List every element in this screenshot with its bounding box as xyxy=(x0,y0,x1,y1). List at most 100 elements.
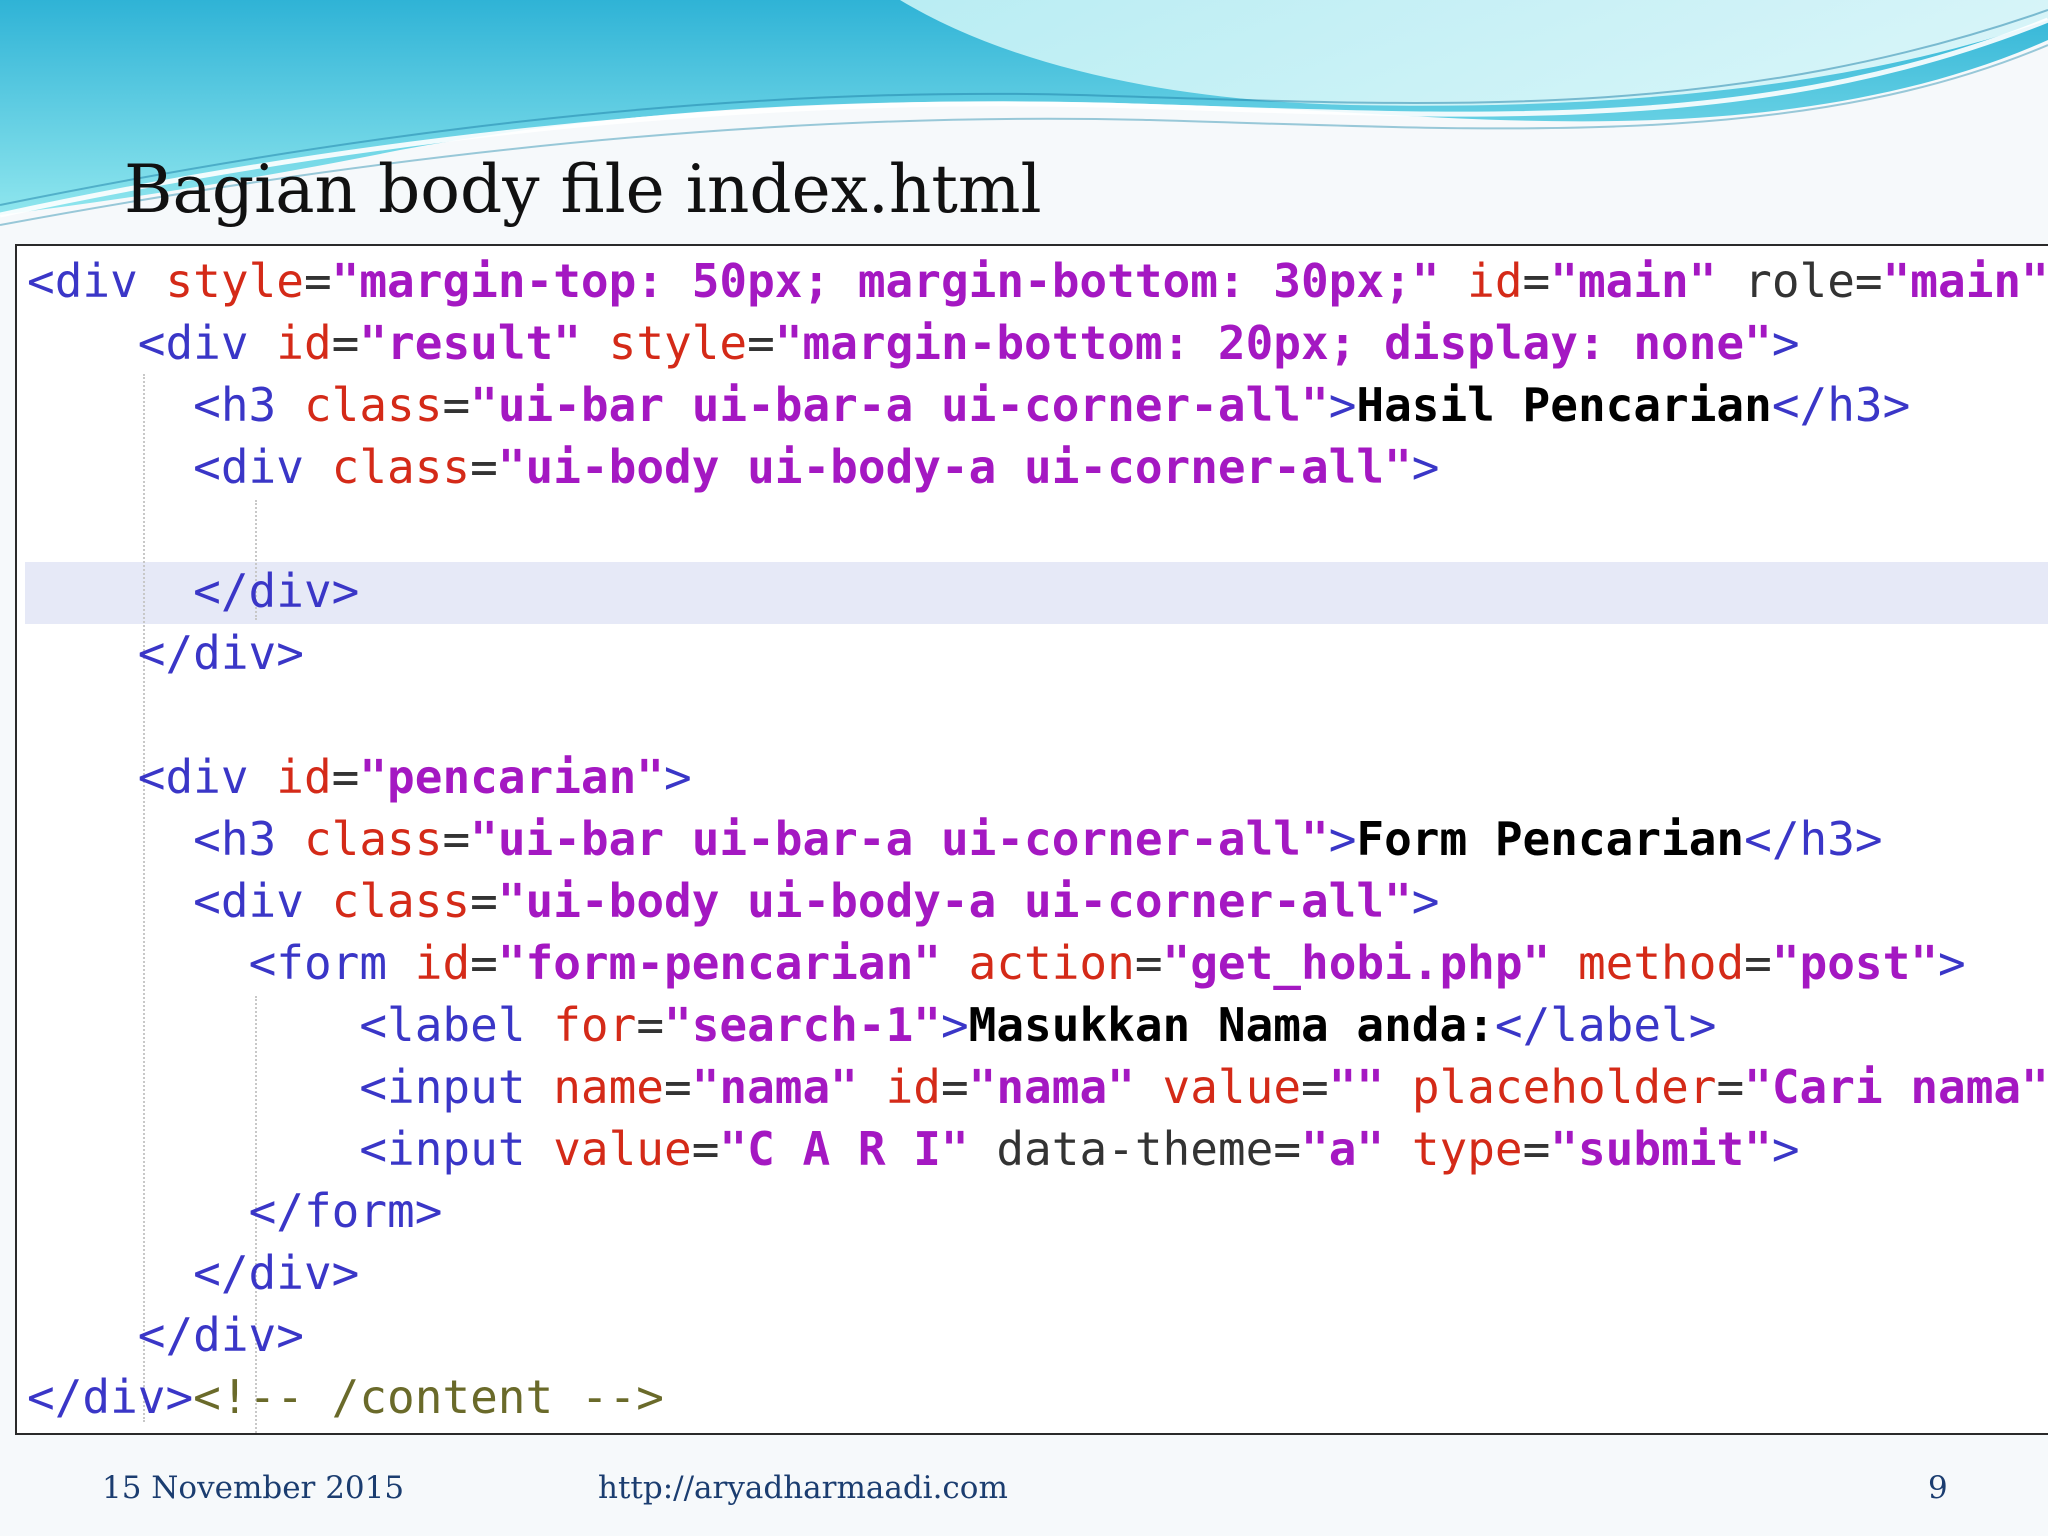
code-token: class xyxy=(331,874,471,928)
code-token: </div> xyxy=(137,626,304,680)
code-token: role xyxy=(1744,254,1855,308)
code-token: = xyxy=(470,936,498,990)
code-token: Masukkan Nama anda: xyxy=(968,998,1495,1052)
code-token: "ui-body ui-body-a ui-corner-all" xyxy=(497,440,1412,494)
code-token: </div> xyxy=(193,564,360,618)
code-token: value xyxy=(553,1122,692,1176)
code-token: id xyxy=(414,936,471,990)
code-token: "nama" xyxy=(691,1060,858,1114)
code-token: class xyxy=(303,378,443,432)
code-token: = xyxy=(442,378,471,432)
code-token: id xyxy=(885,1060,941,1114)
code-token: id xyxy=(276,750,332,804)
code-token: action xyxy=(968,936,1135,990)
code-token: <input xyxy=(359,1060,526,1114)
code-token: Hasil Pencarian xyxy=(1356,378,1772,432)
code-token: = xyxy=(1273,1122,1302,1176)
code-token: = xyxy=(1522,1122,1551,1176)
code-token: "ui-bar ui-bar-a ui-corner-all" xyxy=(470,812,1329,866)
code-line: </form> xyxy=(27,1180,2048,1242)
code-token: id xyxy=(276,316,332,370)
code-token: "C A R I" xyxy=(719,1122,969,1176)
code-token: </label> xyxy=(1494,998,1717,1052)
footer-date: 15 November 2015 xyxy=(102,1470,405,1506)
code-token: "get_hobi.php" xyxy=(1162,936,1551,990)
code-token: "result" xyxy=(359,316,581,370)
code-token: Form Pencarian xyxy=(1356,812,1745,866)
footer-url[interactable]: http://aryadharmaadi.com xyxy=(598,1470,1008,1506)
code-token: > xyxy=(1411,874,1440,928)
code-line: <input name="nama" id="nama" value="" pl… xyxy=(27,1056,2048,1118)
code-line: <h3 class="ui-bar ui-bar-a ui-corner-all… xyxy=(27,374,2048,436)
code-token: <!-- /content --> xyxy=(193,1370,664,1424)
code-token: "pencarian" xyxy=(359,750,664,804)
code-token: = xyxy=(470,874,498,928)
code-token: </form> xyxy=(248,1184,443,1238)
code-token: id xyxy=(1467,254,1523,308)
code-token: > xyxy=(1938,936,1966,990)
code-token: <form xyxy=(248,936,388,990)
code-line: </div> xyxy=(27,622,2048,684)
code-token: <div xyxy=(27,254,138,308)
code-line: <div style="margin-top: 50px; margin-bot… xyxy=(27,250,2048,312)
code-token: = xyxy=(1854,254,1883,308)
code-token: = xyxy=(664,1060,692,1114)
code-token: = xyxy=(470,440,498,494)
code-token: > xyxy=(1328,378,1357,432)
code-token: class xyxy=(331,440,471,494)
code-token: = xyxy=(940,1060,969,1114)
code-token: > xyxy=(1771,1122,1800,1176)
code-token: = xyxy=(1134,936,1163,990)
code-token: "nama" xyxy=(968,1060,1135,1114)
code-token: </h3> xyxy=(1771,378,1911,432)
code-token: > xyxy=(1771,316,1800,370)
code-token: = xyxy=(747,316,775,370)
code-token: = xyxy=(1716,1060,1745,1114)
code-token: </div> xyxy=(193,1246,360,1300)
code-token: "" xyxy=(1328,1060,1385,1114)
code-token: </h3> xyxy=(1744,812,1883,866)
code-token: "submit" xyxy=(1550,1122,1772,1176)
code-token: = xyxy=(331,750,360,804)
code-token: <div xyxy=(137,316,249,370)
code-token: style xyxy=(608,316,748,370)
code-token: data-theme xyxy=(996,1122,1274,1176)
code-token: <label xyxy=(359,998,526,1052)
code-token: for xyxy=(553,998,637,1052)
code-token: method xyxy=(1577,936,1745,990)
code-line: <form id="form-pencarian" action="get_ho… xyxy=(27,932,2048,994)
code-token: style xyxy=(165,254,304,308)
code-token: placeholder xyxy=(1411,1060,1717,1114)
code-line: </div><!-- /content --> xyxy=(27,1366,2048,1428)
code-token: <h3 xyxy=(193,378,277,432)
code-token: = xyxy=(691,1122,720,1176)
code-line: <label for="search-1">Masukkan Nama anda… xyxy=(27,994,2048,1056)
code-token: = xyxy=(636,998,665,1052)
code-token: = xyxy=(1301,1060,1329,1114)
code-token: = xyxy=(331,316,360,370)
code-token: <input xyxy=(359,1122,526,1176)
code-token: "margin-bottom: 20px; display: none" xyxy=(774,316,1772,370)
